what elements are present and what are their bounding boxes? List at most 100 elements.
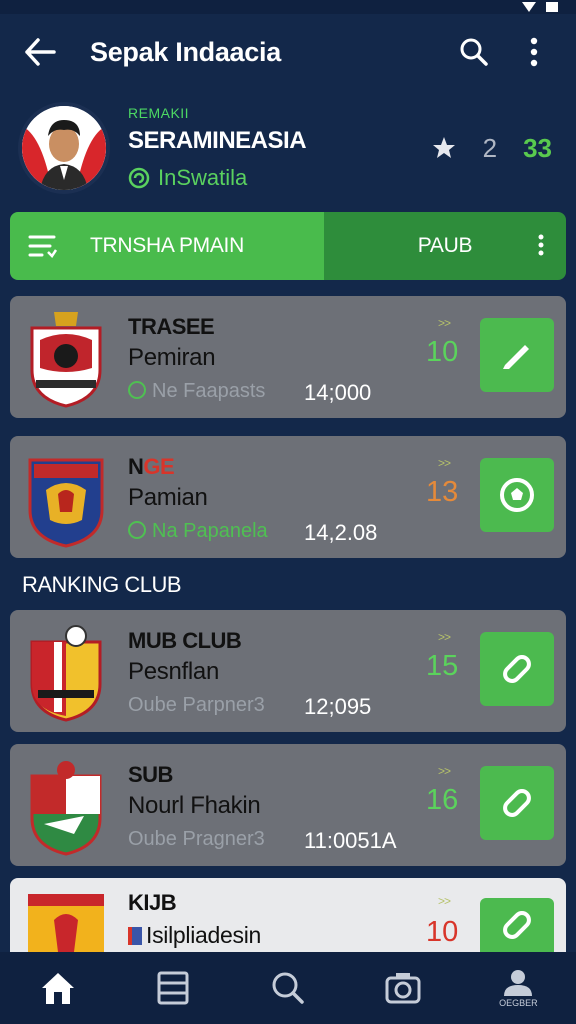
club-card[interactable]: TRASEE Pemiran Ne Faapasts 14;000 >> 10 [10,296,566,418]
camera-icon [385,973,421,1004]
nav-camera[interactable] [368,958,438,1018]
edit-button[interactable] [480,318,554,392]
link-button[interactable] [480,898,554,952]
link-icon [503,789,531,817]
football-icon [500,478,534,512]
link-button[interactable] [480,632,554,706]
nav-list[interactable] [138,958,208,1018]
tab-main[interactable]: TRNSHA PMAIN [10,212,324,280]
club-rank: 13 [426,476,459,508]
flag-icon [128,927,142,945]
club-rank: 16 [426,784,459,816]
club-card[interactable]: SUB Nourl Fhakin Oube Pragner3 11:0051A … [10,744,566,866]
more-vertical-icon [530,37,538,67]
app-bar: Sepak Indaacia [0,14,576,90]
avatar-image [22,106,106,190]
bottom-nav: OEGBER [0,952,576,1024]
tab-main-label: TRNSHA PMAIN [90,234,244,257]
club-points: 11:0051A [304,828,397,853]
profile-header: REMAKII SERAMINEASIA InSwatila 2 33 [18,98,558,198]
club-subtitle: Pesnflan [128,658,219,685]
home-icon [41,973,74,1004]
link-button[interactable] [480,766,554,840]
club-rank: 15 [426,650,459,682]
club-rank: 10 [426,336,459,368]
ball-button[interactable] [480,458,554,532]
club-card[interactable]: NGE Pamian Na Papanela 14,2.08 >> 13 [10,436,566,558]
stat-count-a: 2 [482,132,498,163]
nav-search[interactable] [253,958,323,1018]
club-name: TRASEE [128,314,215,339]
club-meta-label: Ne Faapasts [152,380,266,402]
more-button[interactable] [512,30,556,74]
pencil-icon [503,345,529,369]
search-icon [272,972,304,1004]
trend-arrow: >> [438,630,451,644]
nav-home[interactable] [23,958,93,1018]
club-rank: 10 [426,916,459,948]
club-crest-icon [28,458,104,548]
search-icon [460,38,488,66]
tab-paub-label: PAUB [417,234,473,257]
avatar[interactable] [18,102,110,194]
club-subtitle: Nourl Fhakin [128,792,261,819]
profile-subtitle-row: InSwatila [128,165,431,191]
club-points: 12;095 [304,694,372,719]
club-card[interactable]: KIJB Isilpliadesin >> 10 [10,878,566,960]
list-icon [157,971,189,1005]
club-crest-icon [30,625,102,722]
back-button[interactable] [20,32,60,72]
link-icon [503,911,531,939]
arrow-left-icon [25,38,56,66]
club-name: MUB CLUB [128,628,242,653]
club-name-part: GE [143,454,175,479]
info-icon [128,381,146,399]
profile-kicker: REMAKII [128,105,190,121]
tab-bar: TRNSHA PMAIN PAUB [10,212,566,280]
club-subtitle-row: Isilpliadesin [128,922,261,949]
trend-arrow: >> [438,316,451,330]
profile-subtitle: InSwatila [158,165,248,190]
club-points: 14,2.08 [304,520,378,545]
club-crest-icon [30,312,102,408]
club-meta-label: Na Papanela [152,520,268,542]
link-icon [503,655,531,683]
club-crest-icon [30,761,102,856]
nav-profile-label: OEGBER [499,998,538,1008]
club-meta: Na Papanela [128,520,268,543]
status-bar [0,0,576,14]
club-name: KIJB [128,890,177,915]
club-card[interactable]: MUB CLUB Pesnflan Oube Parpner3 12;095 >… [10,610,566,732]
search-button[interactable] [452,30,496,74]
club-subtitle: Pemiran [128,344,216,371]
profile-text: REMAKII SERAMINEASIA InSwatila [128,105,431,191]
club-crest-icon [28,894,104,960]
trend-arrow: >> [438,894,451,908]
stat-count-b: 33 [523,132,552,163]
trend-arrow: >> [438,456,451,470]
tab-paub[interactable]: PAUB [324,212,566,280]
club-name-part: N [128,454,144,479]
signal-icon [522,2,536,12]
club-points: 14;000 [304,380,372,405]
more-vertical-icon[interactable] [538,234,544,256]
menu-icon [28,235,58,258]
nav-profile[interactable]: OEGBER [483,958,553,1018]
club-meta: Ne Faapasts [128,380,265,403]
page-title: Sepak Indaacia [90,36,281,67]
club-subtitle: Isilpliadesin [146,922,261,948]
star-icon[interactable] [431,135,457,161]
club-name: NGE [128,454,175,480]
profile-name: SERAMINEASIA [128,127,307,154]
club-name: SUB [128,762,173,787]
club-meta: Oube Parpner3 [128,694,265,716]
club-subtitle: Pamian [128,484,208,511]
section-title: RANKING CLUB [22,572,182,597]
profile-stats: 2 33 [431,133,552,164]
trend-arrow: >> [438,764,451,778]
club-meta: Oube Pragner3 [128,828,265,850]
battery-icon [546,2,558,12]
info-icon [128,521,146,539]
profile-icon [504,970,533,996]
badge-icon [128,167,150,189]
